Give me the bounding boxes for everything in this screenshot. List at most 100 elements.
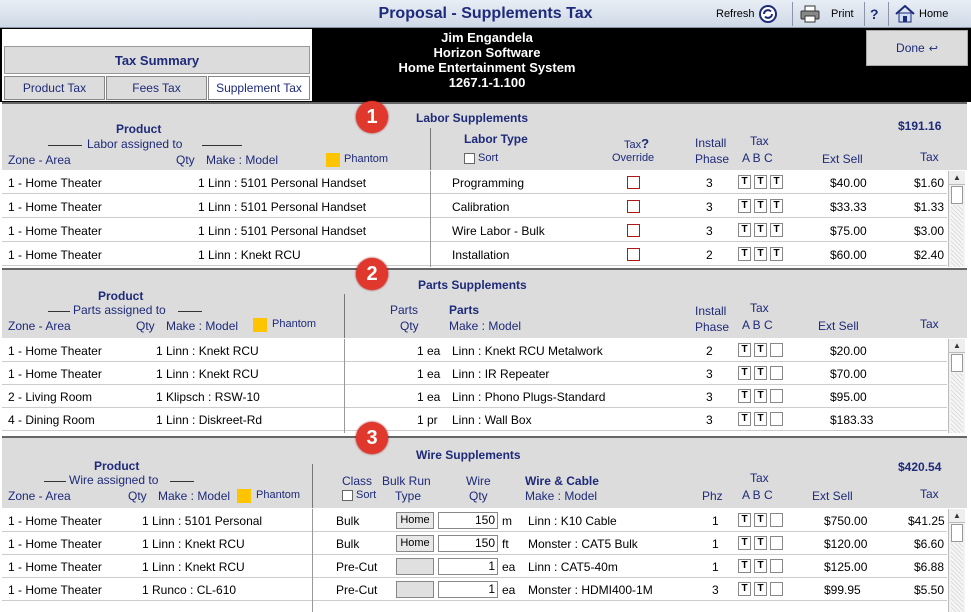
labor-type-cell: Wire Labor - Bulk [452,224,545,238]
tax-a-toggle[interactable]: T [738,223,751,237]
wire-qty-input[interactable]: 150 [438,512,498,529]
wire-qty-input[interactable]: 150 [438,535,498,552]
tax-b-toggle[interactable]: T [754,343,767,357]
scroll-track[interactable] [951,205,963,267]
help-button[interactable]: ? [870,4,879,24]
tax-b-toggle[interactable]: T [754,366,767,380]
tax-c-toggle[interactable] [770,536,783,550]
labor-sort-toggle[interactable]: Sort [464,152,498,164]
tax-a-toggle[interactable]: T [738,199,751,213]
scroll-track[interactable] [951,373,963,433]
tax-a-toggle[interactable]: T [738,175,751,189]
table-row[interactable]: 1 - Home Theater 1 Linn : Knekt RCU 1 ea… [2,362,947,385]
table-row[interactable]: 1 - Home Theater 1 Linn : 5101 Personal … [2,171,947,194]
tax-c-toggle[interactable] [770,412,783,426]
tab-supplement-tax[interactable]: Supplement Tax [208,76,310,100]
tax-c-toggle[interactable] [770,366,783,380]
table-row[interactable]: 1 - Home Theater 1 Linn : Knekt RCU Bulk… [2,532,947,555]
tax-b-toggle[interactable]: T [754,247,767,261]
product-cell: 1 Linn : Knekt RCU [156,367,259,381]
tax-c-toggle[interactable] [770,559,783,573]
scroll-thumb[interactable] [951,354,963,372]
tax-c-toggle[interactable] [770,582,783,596]
column-divider [312,464,313,508]
wire-sort-toggle[interactable]: Sort [342,489,376,501]
tax-b-toggle[interactable]: T [754,199,767,213]
home-button[interactable]: Home [894,4,948,24]
tax-override-checkbox[interactable] [627,248,640,261]
scroll-up-icon[interactable]: ▲ [949,339,965,353]
sort-checkbox[interactable] [464,152,475,164]
tax-c-toggle[interactable] [770,513,783,527]
tax-a-toggle[interactable]: T [738,513,751,527]
tax-b-toggle[interactable]: T [754,513,767,527]
phase-cell: 3 [706,390,713,404]
wire-qty-input[interactable]: 1 [438,558,498,575]
client-company: Horizon Software [433,45,541,60]
tax-a-toggle[interactable]: T [738,389,751,403]
tax-b-toggle[interactable]: T [754,389,767,403]
tax-a-toggle[interactable]: T [738,343,751,357]
table-row[interactable]: 1 - Home Theater 1 Runco : CL-610 Pre-Cu… [2,578,947,601]
table-row[interactable]: 1 - Home Theater 1 Linn : Knekt RCU Inst… [2,243,947,266]
sort-checkbox[interactable] [342,489,353,501]
table-row[interactable]: 1 - Home Theater 1 Linn : 5101 Personal … [2,195,947,218]
tax-c-toggle[interactable] [770,343,783,357]
tax-a-toggle[interactable]: T [738,559,751,573]
scroll-up-icon[interactable]: ▲ [949,509,965,523]
refresh-button[interactable]: Refresh [716,4,778,24]
tax-label: Tax [624,139,642,151]
tax-override-checkbox[interactable] [627,200,640,213]
parts-partmake-header: Make : Model [449,319,522,333]
table-row[interactable]: 1 - Home Theater 1 Linn : Knekt RCU Pre-… [2,555,947,578]
parts-scrollbar[interactable]: ▲ [948,339,965,433]
bulk-run-button[interactable] [396,581,434,598]
tax-b-toggle[interactable]: T [754,175,767,189]
table-row[interactable]: 1 - Home Theater 1 Linn : 5101 Personal … [2,219,947,242]
tax-c-toggle[interactable]: T [770,175,783,189]
bulk-run-button[interactable]: Home [396,512,434,529]
client-project: Home Entertainment System [398,60,576,75]
tab-product-tax[interactable]: Product Tax [4,76,105,100]
tax-override-checkbox[interactable] [627,176,640,189]
wire-scrollbar[interactable]: ▲ [948,509,965,612]
tax-a-toggle[interactable]: T [738,412,751,426]
scroll-thumb[interactable] [951,186,963,204]
table-row[interactable]: 1 - Home Theater 1 Linn : Knekt RCU 1 ea… [2,339,947,362]
scroll-up-icon[interactable]: ▲ [949,171,965,185]
table-row[interactable]: 1 - Home Theater 1 Linn : 5101 Personal … [2,509,947,532]
print-button[interactable]: Print [800,4,854,24]
tax-b-toggle[interactable]: T [754,582,767,596]
tax-c-toggle[interactable]: T [770,199,783,213]
home-label: Home [919,8,949,20]
tax-c-toggle[interactable]: T [770,247,783,261]
tax-a-toggle[interactable]: T [738,536,751,550]
table-row[interactable]: 4 - Dining Room 1 Linn : Diskreet-Rd 1 p… [2,408,947,431]
zone-cell: 4 - Dining Room [8,413,95,427]
parts-col-header: Parts [449,303,480,317]
tax-a-toggle[interactable]: T [738,366,751,380]
scroll-track[interactable] [951,543,963,612]
labor-tax-help[interactable]: Tax? [624,136,649,151]
bracket-line [48,145,82,146]
labor-tax-col-header: Tax [920,150,939,164]
tax-c-toggle[interactable] [770,389,783,403]
tax-a-toggle[interactable]: T [738,247,751,261]
bulk-run-button[interactable] [396,558,434,575]
tax-b-toggle[interactable]: T [754,223,767,237]
tax-b-toggle[interactable]: T [754,412,767,426]
scroll-thumb[interactable] [951,524,963,542]
tab-fees-tax[interactable]: Fees Tax [106,76,207,100]
help-icon: ? [870,6,879,22]
tax-b-toggle[interactable]: T [754,559,767,573]
tax-b-toggle[interactable]: T [754,536,767,550]
labor-scrollbar[interactable]: ▲ [948,171,965,267]
tax-a-toggle[interactable]: T [738,582,751,596]
wire-qty-input[interactable]: 1 [438,581,498,598]
labor-qty-header: Qty [176,153,195,167]
table-row[interactable]: 2 - Living Room 1 Klipsch : RSW-10 1 ea … [2,385,947,408]
tax-override-checkbox[interactable] [627,224,640,237]
bulk-run-button[interactable]: Home [396,535,434,552]
tax-c-toggle[interactable]: T [770,223,783,237]
done-button[interactable]: Done ↩ [866,30,968,66]
